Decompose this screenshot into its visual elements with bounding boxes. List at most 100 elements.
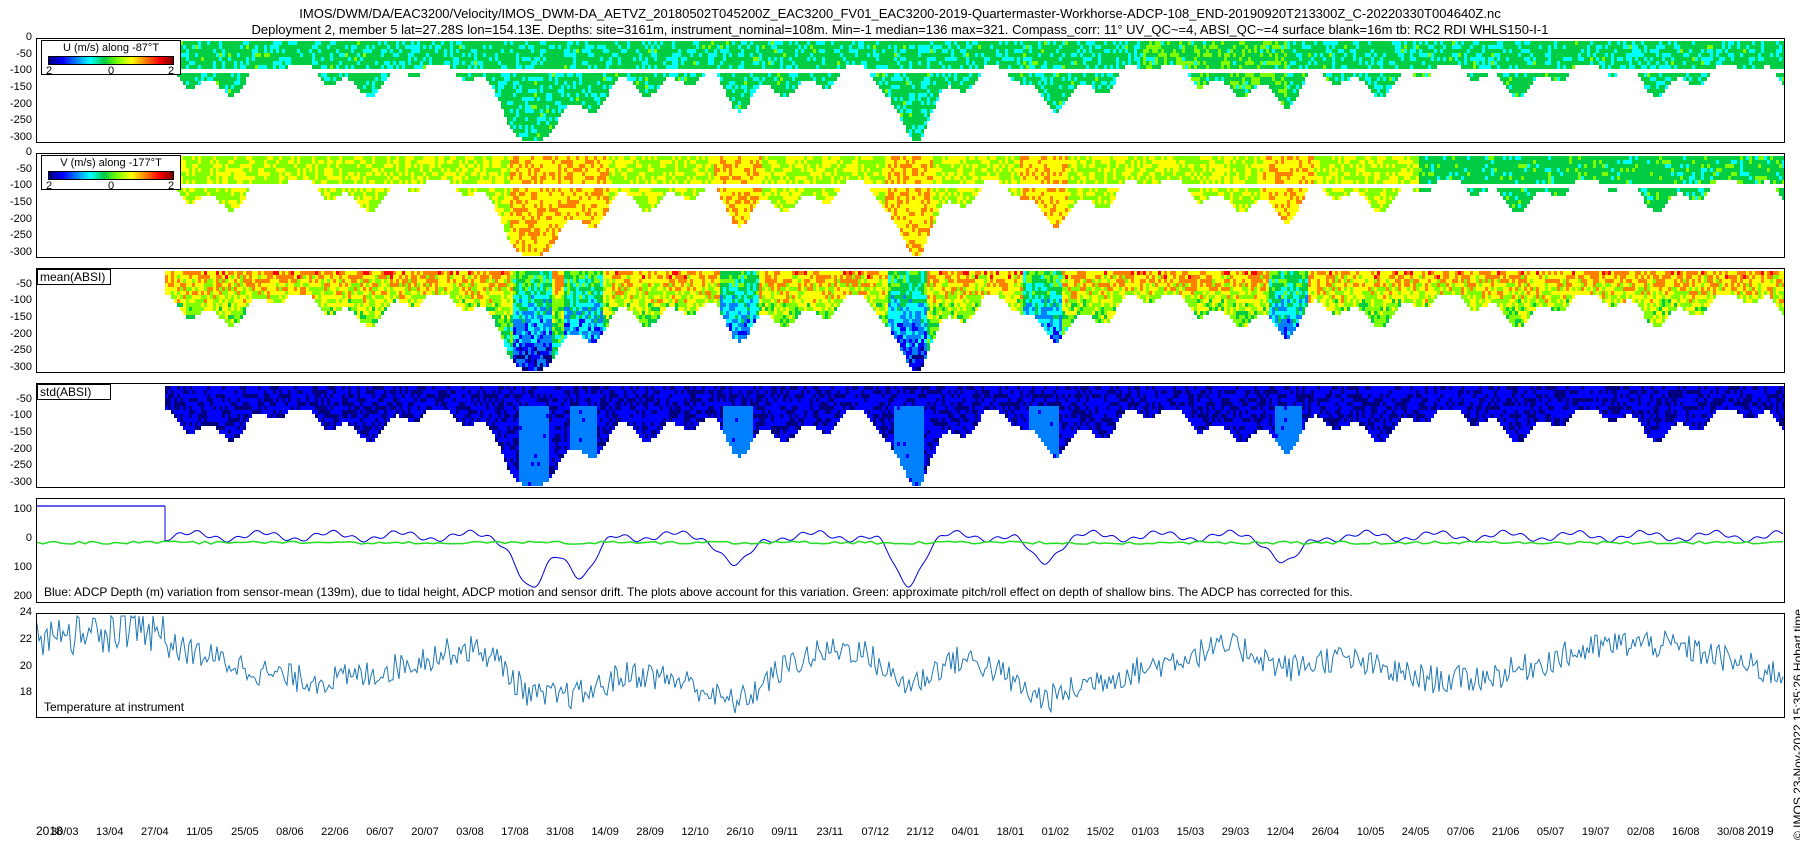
- xtick-label: 01/03: [1132, 826, 1160, 838]
- ytick-label: -150: [0, 426, 32, 438]
- xtick-label: 11/05: [186, 826, 213, 838]
- ytick-label: -100: [0, 179, 32, 191]
- xtick-label: 08/06: [276, 826, 304, 838]
- ytick-label: 20: [0, 660, 32, 672]
- xtick-label: 15/02: [1087, 826, 1115, 838]
- xtick-label: 21/06: [1492, 826, 1520, 838]
- mean-absi-label: mean(ABSI): [37, 269, 111, 285]
- std-absi-heatmap: [37, 384, 1784, 487]
- xtick-label: 14/09: [591, 826, 619, 838]
- v-velocity-heatmap: [37, 154, 1784, 257]
- temperature-panel: Temperature at instrument: [36, 613, 1785, 718]
- pitch-roll-line: [37, 540, 1784, 545]
- ytick-label: -150: [0, 196, 32, 208]
- adcp-depth-panel: Blue: ADCP Depth (m) variation from sens…: [36, 498, 1785, 603]
- xtick-label: 29/03: [1222, 826, 1250, 838]
- ytick-label: -250: [0, 344, 32, 356]
- ytick-label: -100: [0, 294, 32, 306]
- ytick-label: -100: [0, 409, 32, 421]
- u-cbar-mid-label: 0: [108, 65, 114, 77]
- v-velocity-panel: V (m/s) along -177°T 2 0 2: [36, 153, 1785, 258]
- v-colorbar-legend: V (m/s) along -177°T 2 0 2: [41, 155, 181, 192]
- ytick-label: -150: [0, 311, 32, 323]
- xtick-label: 09/11: [771, 826, 798, 838]
- xtick-label: 05/07: [1537, 826, 1565, 838]
- ytick-label: -50: [0, 393, 32, 405]
- ytick-label: -250: [0, 459, 32, 471]
- deployment-subtitle: Deployment 2, member 5 lat=27.28S lon=15…: [0, 22, 1800, 37]
- ytick-label: -50: [0, 163, 32, 175]
- ytick-label: 0: [0, 532, 32, 544]
- ytick-label: -50: [0, 278, 32, 290]
- u-velocity-heatmap: [37, 39, 1784, 142]
- xtick-label: 23/11: [816, 826, 843, 838]
- v-cbar-min-label: 2: [46, 180, 52, 192]
- year-label-start: 2018: [36, 824, 63, 838]
- ytick-label: -300: [0, 246, 32, 258]
- mean-absi-heatmap: [37, 269, 1784, 372]
- xtick-label: 03/08: [456, 826, 484, 838]
- xtick-label: 10/05: [1357, 826, 1385, 838]
- ytick-label: 22: [0, 633, 32, 645]
- u-velocity-panel: U (m/s) along -87°T 2 0 2: [36, 38, 1785, 143]
- xtick-label: 19/07: [1582, 826, 1610, 838]
- imos-timestamp-note: © IMOS 23-Nov-2022 15:35:26 Hobart time: [1791, 609, 1800, 840]
- ytick-label: -200: [0, 443, 32, 455]
- xtick-label: 04/01: [952, 826, 980, 838]
- ytick-label: 24: [0, 606, 32, 618]
- xtick-label: 24/05: [1402, 826, 1430, 838]
- u-colorbar-legend: U (m/s) along -87°T 2 0 2: [41, 40, 181, 77]
- xtick-label: 07/12: [861, 826, 889, 838]
- std-absi-label: std(ABSI): [37, 384, 111, 400]
- xtick-label: 22/06: [321, 826, 349, 838]
- ytick-label: 200: [0, 590, 32, 602]
- xtick-label: 12/04: [1267, 826, 1295, 838]
- ytick-label: -50: [0, 48, 32, 60]
- xtick-label: 16/08: [1672, 826, 1700, 838]
- ytick-label: -250: [0, 229, 32, 241]
- ytick-label: -300: [0, 361, 32, 373]
- xtick-label: 28/09: [636, 826, 664, 838]
- xtick-label: 31/08: [546, 826, 574, 838]
- ytick-label: -200: [0, 328, 32, 340]
- ytick-label: 100: [0, 503, 32, 515]
- ytick-label: 0: [0, 31, 32, 43]
- ytick-label: -200: [0, 98, 32, 110]
- xtick-label: 12/10: [681, 826, 709, 838]
- mean-absi-panel: mean(ABSI): [36, 268, 1785, 373]
- u-cbar-max-label: 2: [168, 65, 174, 77]
- xtick-label: 21/12: [907, 826, 935, 838]
- ytick-label: -200: [0, 213, 32, 225]
- ytick-label: 0: [0, 146, 32, 158]
- depth-annotation: Blue: ADCP Depth (m) variation from sens…: [44, 585, 1353, 599]
- ytick-label: 100: [0, 561, 32, 573]
- xtick-label: 13/04: [96, 826, 124, 838]
- xtick-label: 01/02: [1042, 826, 1070, 838]
- xtick-label: 07/06: [1447, 826, 1475, 838]
- xtick-label: 20/07: [411, 826, 439, 838]
- xtick-label: 17/08: [501, 826, 529, 838]
- std-absi-panel: std(ABSI): [36, 383, 1785, 488]
- ytick-label: -300: [0, 131, 32, 143]
- ytick-label: -150: [0, 81, 32, 93]
- temperature-annotation: Temperature at instrument: [44, 700, 184, 714]
- u-cbar-min-label: 2: [46, 65, 52, 77]
- temperature-line-chart: [37, 614, 1784, 714]
- u-colorbar: [48, 56, 174, 65]
- xtick-label: 30/08: [1717, 826, 1745, 838]
- ytick-label: -300: [0, 476, 32, 488]
- v-cbar-mid-label: 0: [108, 180, 114, 192]
- ytick-label: 18: [0, 686, 32, 698]
- v-legend-title: V (m/s) along -177°T: [42, 157, 180, 169]
- xtick-label: 02/08: [1627, 826, 1655, 838]
- xtick-label: 06/07: [366, 826, 394, 838]
- v-colorbar: [48, 171, 174, 180]
- xtick-label: 15/03: [1177, 826, 1205, 838]
- u-legend-title: U (m/s) along -87°T: [42, 42, 180, 54]
- file-path-title: IMOS/DWM/DA/EAC3200/Velocity/IMOS_DWM-DA…: [0, 6, 1800, 21]
- xtick-label: 18/01: [997, 826, 1025, 838]
- xtick-label: 26/04: [1312, 826, 1340, 838]
- xtick-label: 27/04: [141, 826, 169, 838]
- xtick-label: 25/05: [231, 826, 259, 838]
- xtick-label: 26/10: [726, 826, 754, 838]
